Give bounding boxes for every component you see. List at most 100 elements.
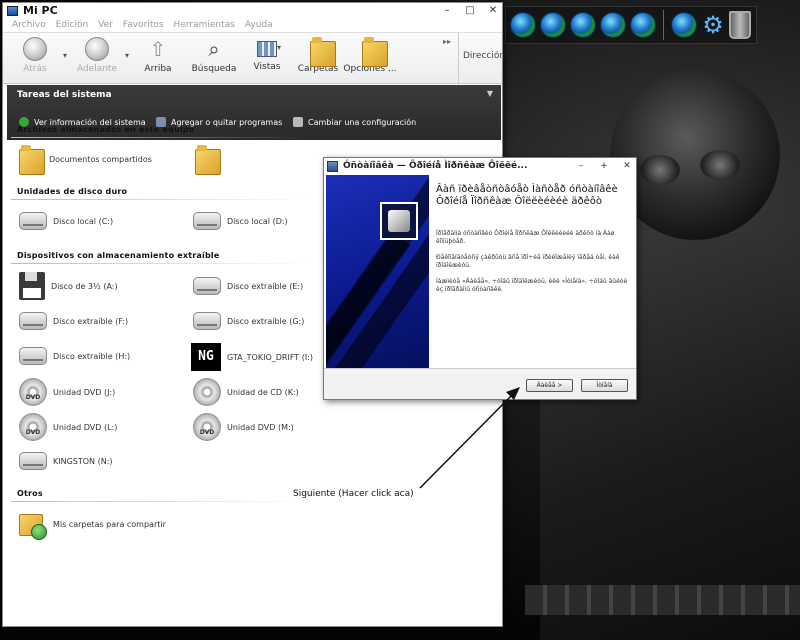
menu-help[interactable]: Ayuda bbox=[245, 20, 273, 30]
dvd-m-item[interactable]: DVD Unidad DVD (M:) bbox=[193, 413, 294, 441]
dvd-icon: DVD bbox=[19, 413, 47, 441]
section-divider bbox=[11, 501, 311, 502]
folder-options-icon bbox=[362, 37, 388, 67]
search-label: Búsqueda bbox=[191, 64, 237, 74]
maximize-button[interactable]: □ bbox=[461, 5, 479, 16]
cancel-button[interactable]: Îòìåíà bbox=[581, 379, 628, 392]
section-stored-files: Archivos almacenados en este equipo bbox=[17, 125, 195, 134]
removable-e-item[interactable]: Disco extraíble (E:) bbox=[193, 277, 303, 295]
item-label: Disco extraíble (E:) bbox=[227, 281, 304, 291]
installer-logo-icon bbox=[380, 202, 418, 240]
removable-g-item[interactable]: Disco extraíble (G:) bbox=[193, 312, 304, 330]
disk-c-item[interactable]: Disco local (C:) bbox=[19, 212, 113, 230]
user-documents-item[interactable] bbox=[195, 145, 225, 175]
floppy-icon bbox=[19, 272, 45, 300]
hard-drive-icon bbox=[193, 212, 221, 230]
gear-icon[interactable]: ⚙ bbox=[701, 13, 725, 37]
minimize-button[interactable]: – bbox=[438, 5, 456, 16]
close-button[interactable]: ✕ bbox=[484, 5, 502, 16]
control-panel-icon bbox=[293, 117, 303, 127]
task-label: Cambiar una configuración bbox=[308, 117, 417, 127]
up-folder-icon: ⇧ bbox=[149, 37, 167, 61]
recycle-bin-icon[interactable] bbox=[729, 11, 751, 39]
next-button[interactable]: Äàëåå > bbox=[526, 379, 573, 392]
dvd-l-item[interactable]: DVD Unidad DVD (L:) bbox=[19, 413, 117, 441]
close-button[interactable]: ✕ bbox=[618, 161, 636, 171]
item-label: Mis carpetas para compartir bbox=[53, 519, 166, 529]
menu-tools[interactable]: Herramientas bbox=[174, 20, 235, 30]
cd-k-item[interactable]: Unidad de CD (K:) bbox=[193, 378, 299, 406]
globe-icon[interactable] bbox=[540, 12, 566, 38]
removable-drive-icon bbox=[193, 312, 221, 330]
floppy-a-item[interactable]: Disco de 3½ (A:) bbox=[19, 272, 118, 300]
dvd-j-item[interactable]: DVD Unidad DVD (J:) bbox=[19, 378, 115, 406]
options-button[interactable]: Opciones ... bbox=[342, 35, 398, 74]
computer-icon bbox=[7, 5, 18, 16]
section-others: Otros bbox=[17, 489, 43, 498]
menu-favorites[interactable]: Favoritos bbox=[123, 20, 164, 30]
task-change-setting[interactable]: Cambiar una configuración bbox=[293, 117, 416, 127]
minimize-button[interactable]: – bbox=[572, 161, 590, 171]
menu-view[interactable]: Ver bbox=[98, 20, 113, 30]
back-dropdown-icon[interactable]: ▾ bbox=[63, 51, 67, 60]
dialog-titlebar[interactable]: Óñòàíîâêà — Ôðîéíå Ìîðñêàæ Ôîëëé... – + … bbox=[324, 158, 636, 174]
back-label: Atrás bbox=[23, 64, 47, 74]
views-label: Vistas bbox=[253, 62, 281, 72]
ng-logo-icon: NG bbox=[191, 343, 221, 371]
dvd-icon: DVD bbox=[19, 378, 47, 406]
forward-dropdown-icon[interactable]: ▾ bbox=[125, 51, 129, 60]
gta-i-item[interactable]: NG GTA_TOKIO_DRIFT (I:) bbox=[191, 343, 313, 371]
system-tasks-header[interactable]: Tareas del sistema bbox=[17, 90, 112, 100]
removable-f-item[interactable]: Disco extraíble (F:) bbox=[19, 312, 128, 330]
forward-arrow-icon bbox=[85, 37, 109, 61]
folder-icon bbox=[195, 145, 221, 175]
globe-icon[interactable] bbox=[570, 12, 596, 38]
item-label: Disco extraíble (G:) bbox=[227, 316, 305, 326]
forward-label: Adelante bbox=[76, 64, 118, 74]
wallpaper-figure-eye bbox=[700, 150, 740, 180]
globe-icon[interactable] bbox=[630, 12, 656, 38]
back-button[interactable]: Atrás bbox=[7, 35, 63, 74]
dialog-title: Óñòàíîâêà — Ôðîéíå Ìîðñêàæ Ôîëëé... bbox=[343, 161, 528, 171]
item-label: Unidad DVD (J:) bbox=[53, 387, 116, 397]
section-divider bbox=[11, 199, 311, 200]
removable-h-item[interactable]: Disco extraíble (H:) bbox=[19, 347, 130, 365]
annotation-label: Siguiente (Hacer click aca) bbox=[292, 489, 415, 499]
views-icon bbox=[257, 41, 277, 57]
item-label: Unidad DVD (L:) bbox=[53, 422, 118, 432]
item-label: Unidad DVD (M:) bbox=[227, 422, 294, 432]
shared-folders-item[interactable]: Mis carpetas para compartir bbox=[19, 510, 166, 540]
item-label: Disco extraíble (F:) bbox=[53, 316, 129, 326]
globe-icon[interactable] bbox=[510, 12, 536, 38]
disk-d-item[interactable]: Disco local (D:) bbox=[193, 212, 288, 230]
desktop-dock: ⚙ bbox=[505, 6, 757, 44]
search-button[interactable]: ⌕ Búsqueda bbox=[186, 35, 242, 74]
kingston-n-item[interactable]: KINGSTON (N:) bbox=[19, 452, 113, 470]
menu-bar: Archivo Edición Ver Favoritos Herramient… bbox=[3, 18, 502, 32]
views-button[interactable]: Vistas bbox=[239, 35, 295, 72]
globe-icon[interactable] bbox=[600, 12, 626, 38]
item-label: KINGSTON (N:) bbox=[53, 456, 113, 466]
address-label[interactable]: Dirección bbox=[463, 51, 502, 61]
folders-button[interactable]: Carpetas bbox=[290, 35, 346, 74]
up-button[interactable]: ⇧ Arriba bbox=[130, 35, 186, 74]
menu-edit[interactable]: Edición bbox=[56, 20, 89, 30]
toolbar-overflow-icon[interactable]: ▸▸ bbox=[443, 37, 451, 46]
hard-drive-icon bbox=[19, 212, 47, 230]
shared-documents-item[interactable]: Documentos compartidos bbox=[19, 145, 152, 175]
dialog-paragraph: Ðåêîìåíäóåòñÿ çàêðûòü âñå ïðî÷èå ïðèëîæå… bbox=[436, 254, 620, 269]
item-label: Disco de 3½ (A:) bbox=[51, 281, 118, 291]
item-label: Disco local (D:) bbox=[227, 216, 288, 226]
dialog-paragraph: Íàæìèòå «Äàëåå», ÷òîáû ïðîäîëæèòü, èëè «… bbox=[436, 278, 628, 293]
menu-file[interactable]: Archivo bbox=[12, 20, 46, 30]
explorer-titlebar[interactable]: Mi PC – □ ✕ bbox=[3, 3, 502, 18]
search-icon: ⌕ bbox=[208, 37, 220, 61]
views-dropdown-icon[interactable]: ▾ bbox=[277, 43, 281, 52]
forward-button[interactable]: Adelante bbox=[69, 35, 125, 74]
collapse-icon[interactable]: ▼ bbox=[487, 89, 493, 98]
globe-icon[interactable] bbox=[671, 12, 697, 38]
cd-icon bbox=[193, 378, 221, 406]
section-divider bbox=[11, 137, 311, 138]
maximize-button[interactable]: + bbox=[595, 161, 613, 171]
up-label: Arriba bbox=[144, 64, 172, 74]
